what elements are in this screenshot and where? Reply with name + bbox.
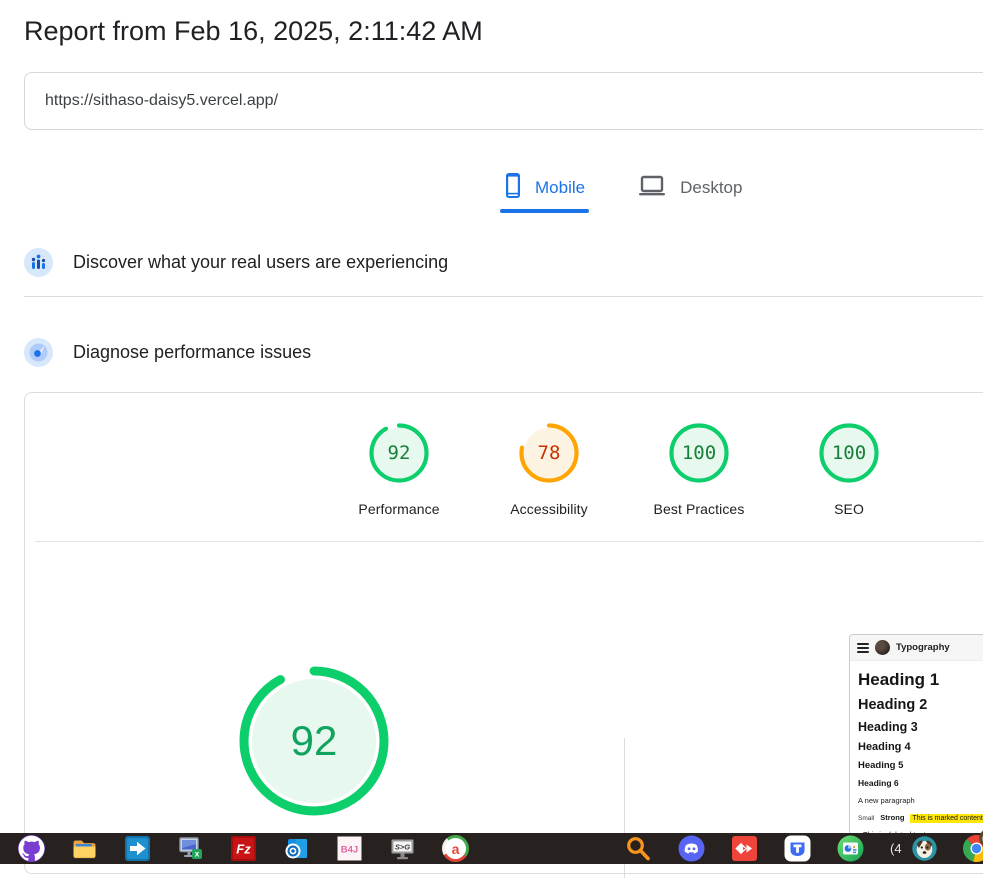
svg-text:Fz: Fz [236, 842, 251, 857]
outlook-icon[interactable] [283, 835, 310, 862]
chrome-icon[interactable] [963, 835, 983, 862]
anydesk-icon[interactable] [731, 835, 758, 862]
preview-marked-text: This is marked content [910, 814, 983, 823]
remote-desktop-excel-icon[interactable]: x [177, 835, 204, 862]
tab-mobile[interactable]: Mobile [500, 167, 589, 209]
page-screenshot-thumbnail: Typography Heading 1 Heading 2 Heading 3… [849, 634, 983, 851]
accessibility-score: 78 [518, 422, 580, 484]
best-practices-score: 100 [668, 422, 730, 484]
tab-mobile-label: Mobile [535, 178, 585, 198]
file-explorer-icon[interactable] [71, 835, 98, 862]
best-practices-label: Best Practices [629, 501, 769, 517]
preview-heading4: Heading 4 [858, 741, 983, 753]
mobile-phone-icon [504, 172, 522, 204]
seo-score: 100 [818, 422, 880, 484]
a-app-icon[interactable]: a [442, 835, 469, 862]
lighthouse-report-card: 92 Performance 78 Accessibility 100 Best… [24, 392, 983, 874]
desktop-laptop-icon [637, 175, 667, 202]
gauge-best-practices[interactable]: 100 Best Practices [629, 422, 769, 517]
avatar [875, 640, 890, 655]
seo-label: SEO [779, 501, 919, 517]
performance-label: Performance [329, 501, 469, 517]
tab-desktop[interactable]: Desktop [633, 167, 746, 209]
preview-strong-text: Strong [880, 813, 904, 822]
b4j-icon[interactable]: B4J [336, 835, 363, 862]
t-app-icon[interactable] [784, 835, 811, 862]
taskbar: x Fz B4J S>G a [0, 833, 983, 864]
discord-icon[interactable] [678, 835, 705, 862]
url-input[interactable] [24, 72, 983, 130]
main-performance-score: 92 [236, 663, 392, 819]
section-field-label: Discover what your real users are experi… [73, 252, 448, 273]
preview-heading5: Heading 5 [858, 760, 983, 771]
page-title: Report from Feb 16, 2025, 2:11:42 AM [24, 16, 483, 47]
preview-heading1: Heading 1 [858, 670, 983, 690]
preview-small-text: Small [858, 815, 874, 822]
real-users-icon [24, 248, 53, 277]
section-field-data[interactable]: Discover what your real users are experi… [24, 248, 448, 277]
diagnose-gauge-icon [24, 338, 53, 367]
window-count-label: (4 [890, 841, 902, 856]
performance-score: 92 [368, 422, 430, 484]
preview-heading2: Heading 2 [858, 697, 983, 713]
preview-heading3: Heading 3 [858, 720, 983, 734]
svg-text:S>G: S>G [395, 843, 410, 852]
main-performance-gauge: 92 [236, 663, 392, 819]
section-divider [24, 296, 983, 297]
thumbnail-app-bar: Typography [850, 635, 983, 661]
dog-avatar-icon[interactable] [912, 836, 937, 861]
card-divider [35, 541, 983, 542]
filezilla-icon[interactable]: Fz [230, 835, 257, 862]
section-diagnose-label: Diagnose performance issues [73, 342, 311, 363]
tab-desktop-label: Desktop [680, 178, 742, 198]
everything-search-icon[interactable] [625, 835, 652, 862]
svg-text:B4J: B4J [341, 845, 358, 856]
gauge-accessibility[interactable]: 78 Accessibility [479, 422, 619, 517]
gauge-performance[interactable]: 92 Performance [329, 422, 469, 517]
thumbnail-app-title: Typography [896, 642, 950, 653]
device-tabs: Mobile Desktop [500, 167, 746, 209]
preview-paragraph: A new paragraph [858, 796, 983, 805]
preview-heading6: Heading 6 [858, 778, 983, 788]
accessibility-label: Accessibility [479, 501, 619, 517]
gauge-seo[interactable]: 100 SEO [779, 422, 919, 517]
active-tab-underline [500, 209, 589, 213]
profile-dog-avatar-icon [979, 829, 983, 852]
chart-app-icon[interactable] [837, 835, 864, 862]
svg-text:x: x [195, 850, 200, 859]
arrow-app-icon[interactable] [124, 835, 151, 862]
menu-icon [857, 643, 869, 653]
screentogif-icon[interactable]: S>G [389, 835, 416, 862]
github-icon[interactable] [18, 835, 45, 862]
section-diagnose[interactable]: Diagnose performance issues [24, 338, 311, 367]
